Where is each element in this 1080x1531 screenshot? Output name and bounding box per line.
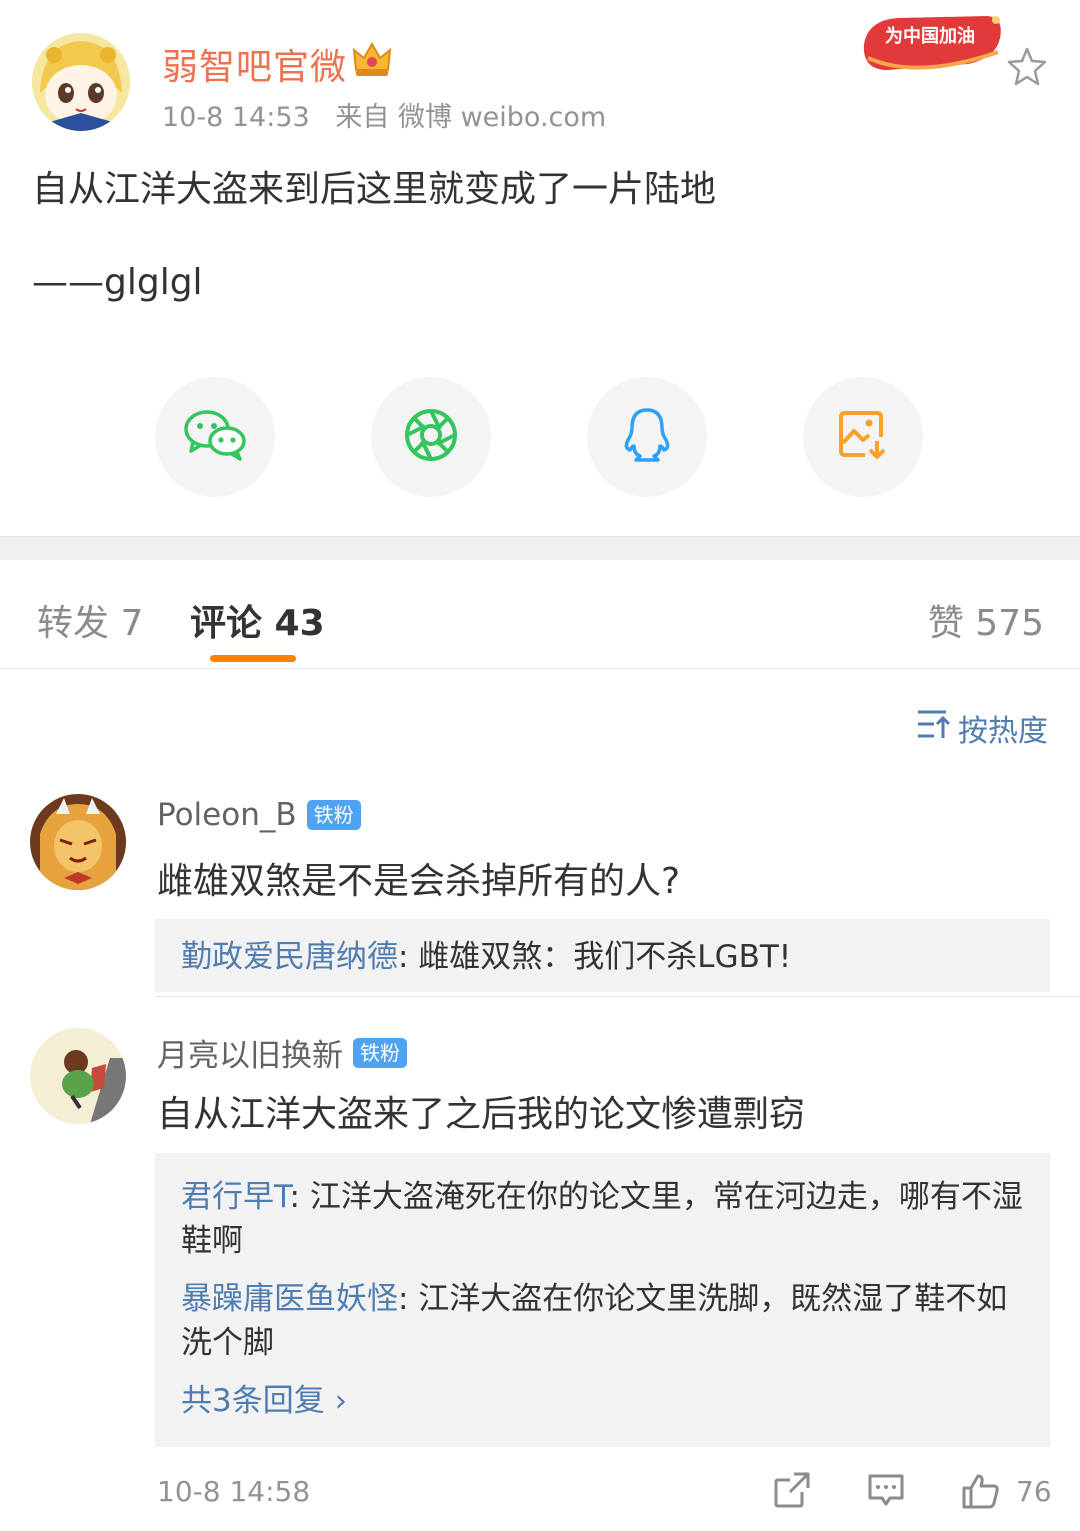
repost-icon[interactable] (772, 1470, 812, 1510)
reply-icon[interactable] (866, 1470, 906, 1510)
author-avatar[interactable] (32, 33, 130, 131)
post-time: 10-8 14:53 (162, 102, 310, 133)
reply-text: : 雌雄双煞：我们不杀LGBT! (398, 939, 792, 975)
sort-label: 按热度 (958, 714, 1048, 749)
post-signature: ——glglgl (32, 262, 203, 303)
wechat-icon (183, 409, 247, 465)
reply-username[interactable]: 君行早T (181, 1179, 290, 1215)
post-source: 来自 微博 weibo.com (335, 102, 607, 133)
sort-icon (916, 708, 952, 748)
reply-item: 勤政爱民唐纳德: 雌雄双煞：我们不杀LGBT! (181, 935, 1024, 979)
share-row (0, 377, 1080, 497)
reply-item: 暴躁庸医鱼妖怪: 江洋大盗在你论文里洗脚，既然湿了鞋不如洗个脚 (181, 1277, 1024, 1365)
fan-badge: 铁粉 (353, 1037, 407, 1068)
qq-icon (622, 406, 672, 468)
like-thumb-icon[interactable] (960, 1470, 1000, 1510)
cheer-badge-text: 为中国加油 (885, 25, 975, 47)
comment-username-row: Poleon_B 铁粉 (157, 797, 361, 833)
post-meta: 10-8 14:53 来自 微博 weibo.com (162, 95, 606, 134)
comment-username-row: 月亮以旧换新 铁粉 (157, 1030, 407, 1075)
reply-item: 君行早T: 江洋大盗淹死在你的论文里，常在河边走，哪有不湿鞋啊 (181, 1175, 1024, 1263)
post-text: 自从江洋大盗来到后这里就变成了一片陆地 (32, 169, 717, 210)
share-qq-button[interactable] (587, 377, 707, 497)
section-divider (0, 536, 1080, 560)
share-moments-button[interactable] (371, 377, 491, 497)
moments-icon (403, 407, 459, 467)
reply-username[interactable]: 勤政爱民唐纳德 (181, 939, 398, 975)
crown-icon (352, 40, 392, 78)
comment-replies[interactable]: 君行早T: 江洋大盗淹死在你的论文里，常在河边走，哪有不湿鞋啊 暴躁庸医鱼妖怪:… (155, 1153, 1050, 1447)
tab-like[interactable]: 赞 575 (928, 594, 1044, 646)
favorite-star-icon[interactable] (1006, 46, 1048, 88)
comment-replies[interactable]: 勤政爱民唐纳德: 雌雄双煞：我们不杀LGBT! (155, 919, 1050, 992)
comment-like-count: 76 (1016, 1475, 1052, 1508)
comment-avatar[interactable] (30, 1028, 126, 1124)
reply-username[interactable]: 暴躁庸医鱼妖怪 (181, 1281, 398, 1317)
tab-active-indicator (210, 655, 296, 662)
save-image-icon (837, 409, 889, 465)
comment-avatar[interactable] (30, 794, 126, 890)
save-image-button[interactable] (803, 377, 923, 497)
view-all-replies-link[interactable]: 共3条回复 › (181, 1379, 1024, 1423)
author-name[interactable]: 弱智吧官微 (162, 38, 347, 90)
comment-text: 自从江洋大盗来了之后我的论文惨遭剽窃 (157, 1094, 806, 1135)
reply-text: : 江洋大盗淹死在你的论文里，常在河边走，哪有不湿鞋啊 (181, 1179, 1023, 1259)
comment-text: 雌雄双煞是不是会杀掉所有的人? (157, 861, 681, 902)
comment-username[interactable]: Poleon_B (157, 797, 297, 833)
comment-time: 10-8 14:58 (157, 1475, 311, 1508)
tab-comment[interactable]: 评论 43 (190, 594, 325, 646)
sort-by-hot-button[interactable]: 按热度 (916, 706, 1048, 750)
share-wechat-button[interactable] (155, 377, 275, 497)
tab-repost[interactable]: 转发 7 (37, 594, 143, 646)
comment-separator (155, 996, 1080, 997)
cheer-badge: 为中国加油 (858, 8, 1008, 78)
fan-badge: 铁粉 (306, 800, 361, 830)
tab-divider (0, 668, 1080, 669)
comment-username[interactable]: 月亮以旧换新 (157, 1030, 343, 1075)
